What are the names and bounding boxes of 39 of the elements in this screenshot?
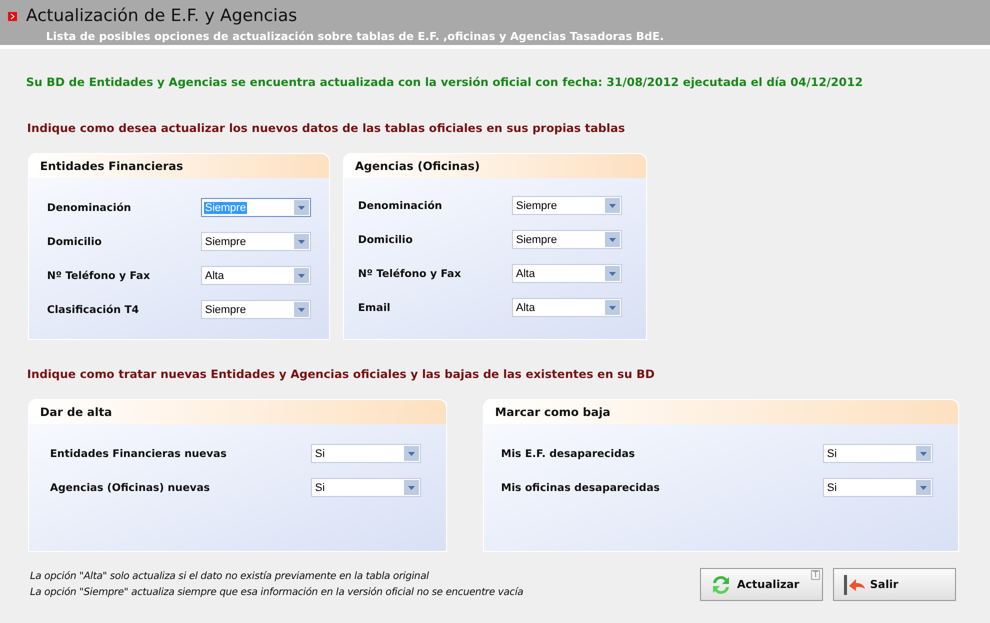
dropdown[interactable]: Alta: [201, 266, 311, 285]
field-label: Mis oficinas desaparecidas: [501, 482, 660, 494]
dropdown[interactable]: Alta: [512, 264, 622, 283]
page-title: Actualización de E.F. y Agencias: [26, 6, 298, 26]
exit-button[interactable]: Salir: [833, 568, 956, 601]
dropdown[interactable]: Si: [823, 444, 933, 463]
field-label: Mis E.F. desaparecidas: [501, 448, 635, 460]
section-heading: Indique como desea actualizar los nuevos datos de las tablas oficiales en sus propias tablas: [27, 121, 626, 135]
help-note: La opción "Siempre" actualiza siempre que esa información en la versión oficial no se encuentre vacía: [30, 587, 524, 598]
field-label: Nº Teléfono y Fax: [47, 270, 150, 282]
field-label: Email: [358, 302, 390, 314]
field-label: Nº Teléfono y Fax: [358, 268, 462, 280]
status-message: Su BD de Entidades y Agencias se encuentra actualizada con la versión oficial con fecha: 31/08/2012 ejecutada el día 04/12/2012: [26, 75, 864, 89]
help-note: La opción "Alta" solo actualiza si el dato no existía previamente en la tabla original: [30, 571, 430, 582]
group-title: Entidades Financieras: [29, 154, 329, 178]
update-button[interactable]: Actualizar T: [700, 568, 823, 601]
dropdown[interactable]: Alta: [512, 298, 622, 317]
dropdown[interactable]: Si: [823, 478, 933, 497]
dropdown[interactable]: Si: [311, 478, 421, 497]
dropdown[interactable]: Siempre: [201, 232, 311, 251]
field-label: Agencias (Oficinas) nuevas: [50, 482, 210, 494]
dropdown[interactable]: Siempre: [201, 300, 311, 319]
field-label: Denominación: [358, 200, 442, 212]
field-label: Domicilio: [47, 236, 102, 248]
exit-icon: [842, 572, 866, 596]
group-title: Marcar como baja: [484, 400, 958, 424]
dropdown[interactable]: Si: [311, 444, 421, 463]
field-label: Clasificación T4: [47, 304, 139, 316]
dropdown[interactable]: Siempre: [512, 230, 622, 249]
field-label: Denominación: [47, 202, 132, 214]
group-title: Dar de alta: [29, 400, 446, 424]
dropdown[interactable]: Siempre: [512, 196, 622, 215]
field-label: Entidades Financieras nuevas: [50, 448, 227, 460]
page-subtitle: Lista de posibles opciones de actualización sobre tablas de E.F. ,oficinas y Agencias Tasadoras BdE.: [46, 30, 665, 43]
bullet-icon: [8, 12, 17, 20]
group-title: Agencias (Oficinas): [344, 154, 646, 178]
field-label: Domicilio: [358, 234, 413, 246]
section-heading: Indique como tratar nuevas Entidades y Agencias oficiales y las bajas de las existentes en su BD: [27, 367, 656, 381]
corner-mark: T: [811, 570, 820, 580]
